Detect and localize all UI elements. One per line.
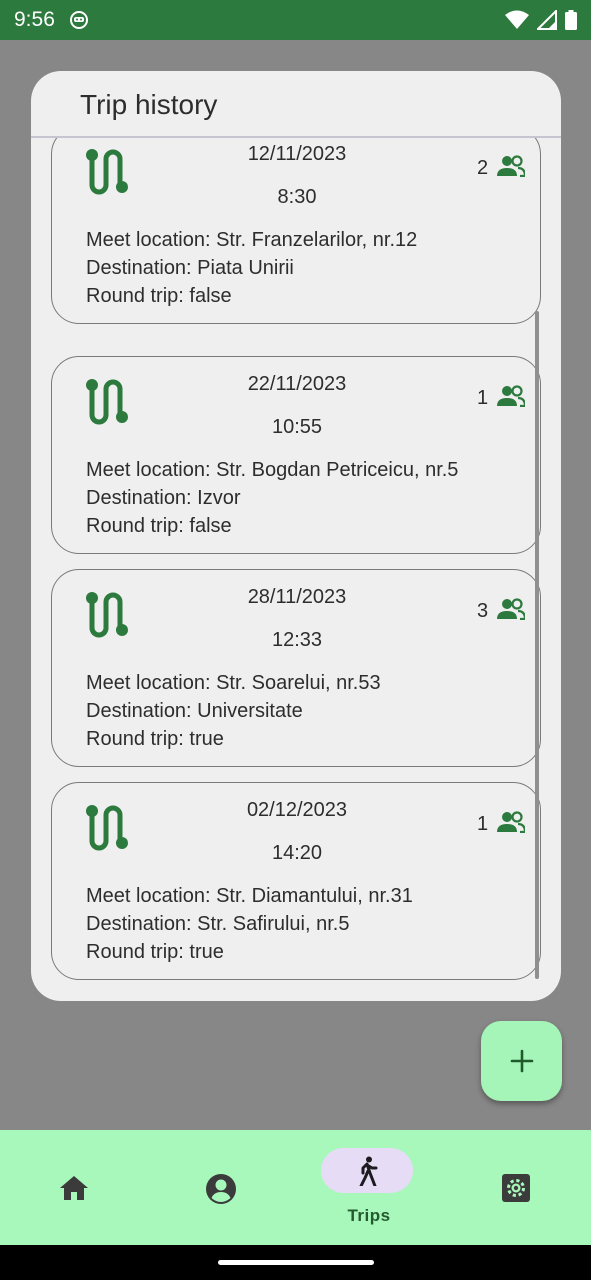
nav-label-trips: Trips xyxy=(347,1206,391,1225)
trip-meet-location: Meet location: Str. Franzelarilor, nr.12 xyxy=(86,229,418,251)
plus-icon xyxy=(510,1049,533,1073)
passenger-count: 3 xyxy=(477,600,489,622)
trip-time: 8:30 xyxy=(277,186,317,208)
trip-meet-location: Meet location: Str. Soarelui, nr.53 xyxy=(86,672,381,694)
add-trip-button[interactable] xyxy=(481,1021,562,1101)
scrollbar[interactable] xyxy=(535,311,539,979)
trip-round-trip: Round trip: false xyxy=(86,285,232,307)
trip-date: 22/11/2023 xyxy=(247,373,347,395)
battery-icon xyxy=(565,10,577,30)
passenger-count: 2 xyxy=(477,157,489,179)
bottom-navigation: Trips xyxy=(0,1130,591,1245)
trip-meet-location: Meet location: Str. Bogdan Petriceicu, n… xyxy=(86,459,459,481)
trip-time: 10:55 xyxy=(271,416,323,438)
people-icon xyxy=(497,811,525,833)
home-icon xyxy=(60,1176,88,1200)
trip-destination: Destination: Str. Safirului, nr.5 xyxy=(86,913,350,935)
people-icon xyxy=(497,155,525,177)
walk-icon xyxy=(359,1156,378,1186)
status-time: 9:56 xyxy=(14,8,55,31)
trip-history-dialog: Trip history 12/11/2023 8:30 2 Meet loca… xyxy=(31,71,561,1001)
passenger-count: 1 xyxy=(477,387,489,409)
trip-round-trip: Round trip: true xyxy=(86,728,224,750)
trip-date: 12/11/2023 xyxy=(247,143,347,165)
dialog-title: Trip history xyxy=(80,89,218,120)
trip-card[interactable]: 12/11/2023 8:30 2 Meet location: Str. Fr… xyxy=(51,138,541,324)
nav-item-profile[interactable] xyxy=(148,1130,296,1245)
passenger-count: 1 xyxy=(477,813,489,835)
trip-list[interactable]: 12/11/2023 8:30 2 Meet location: Str. Fr… xyxy=(31,138,561,981)
app-notification-icon xyxy=(69,11,88,29)
status-icons xyxy=(505,10,577,30)
trip-meet-location: Meet location: Str. Diamantului, nr.31 xyxy=(86,885,413,907)
trip-time: 14:20 xyxy=(271,842,323,864)
trip-date: 02/12/2023 xyxy=(246,799,348,821)
status-bar: 9:56 xyxy=(0,0,591,40)
signal-icon xyxy=(537,10,557,30)
people-icon xyxy=(497,598,525,620)
trip-destination: Destination: Universitate xyxy=(86,700,303,722)
trip-date: 28/11/2023 xyxy=(247,586,347,608)
home-indicator[interactable] xyxy=(218,1260,374,1265)
nav-item-trips[interactable]: Trips xyxy=(295,1130,443,1245)
trip-round-trip: Round trip: false xyxy=(86,515,232,537)
trip-card[interactable]: 28/11/2023 12:33 3 Meet location: Str. S… xyxy=(51,569,541,767)
wifi-icon xyxy=(505,10,529,29)
nav-item-settings[interactable] xyxy=(443,1130,591,1245)
trip-destination: Destination: Izvor xyxy=(86,487,241,509)
trip-card[interactable]: 02/12/2023 14:20 1 Meet location: Str. D… xyxy=(51,782,541,980)
system-navigation-bar xyxy=(0,1245,591,1280)
settings-icon xyxy=(502,1174,530,1202)
nav-item-home[interactable] xyxy=(0,1130,148,1245)
trip-time: 12:33 xyxy=(271,629,323,651)
trip-destination: Destination: Piata Unirii xyxy=(86,257,294,279)
account-icon xyxy=(206,1174,236,1204)
trip-round-trip: Round trip: true xyxy=(86,941,224,963)
trip-card[interactable]: 22/11/2023 10:55 1 Meet location: Str. B… xyxy=(51,356,541,554)
people-icon xyxy=(497,385,525,407)
